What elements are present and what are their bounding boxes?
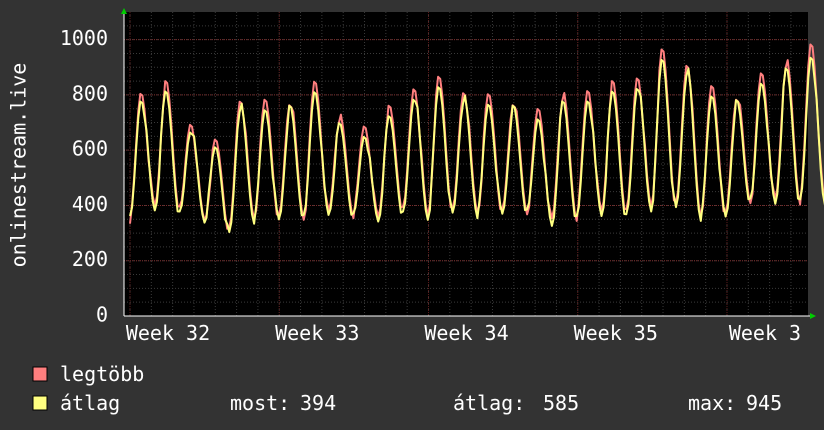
stat-max-label: max:	[688, 391, 736, 415]
stat-most-label: most:	[230, 391, 290, 415]
y-tick-label: 1000	[60, 26, 108, 50]
legend: legtöbb átlag most: 394 átlag: 585 max: …	[32, 362, 782, 415]
chart-root: 0 200 400 600 800 1000 Week 32 Week 33 Week 34 W…	[0, 0, 824, 430]
legend-swatch-legtobb	[32, 366, 48, 382]
y-tick-labels: 0 200 400 600 800 1000	[60, 26, 108, 326]
x-tick-label: Week 3	[729, 321, 801, 345]
legend-label-legtobb: legtöbb	[60, 362, 144, 386]
x-axis-arrow	[810, 313, 816, 319]
y-axis-arrow	[121, 8, 127, 14]
legend-swatch-atlag	[32, 395, 48, 411]
x-tick-label: Week 33	[275, 321, 359, 345]
y-tick-label: 400	[72, 192, 108, 216]
stat-most-value: 394	[300, 391, 336, 415]
y-tick-label: 600	[72, 137, 108, 161]
legend-label-atlag: átlag	[60, 391, 120, 415]
stat-atlag-value: 585	[543, 391, 579, 415]
x-tick-label: Week 34	[424, 321, 508, 345]
stat-max-value: 945	[746, 391, 782, 415]
y-tick-label: 800	[72, 81, 108, 105]
y-tick-label: 200	[72, 247, 108, 271]
y-tick-label: 0	[96, 303, 108, 327]
x-tick-label: Week 35	[574, 321, 658, 345]
stat-atlag-label: átlag:	[453, 391, 525, 415]
y-axis-label: onlinestream.live	[7, 63, 31, 268]
x-tick-label: Week 32	[126, 321, 210, 345]
x-tick-labels: Week 32 Week 33 Week 34 Week 35 Week 3	[126, 321, 801, 345]
chart-svg: 02004006008001000 Week 32 Week 33 Week 34 W…	[7, 8, 824, 415]
